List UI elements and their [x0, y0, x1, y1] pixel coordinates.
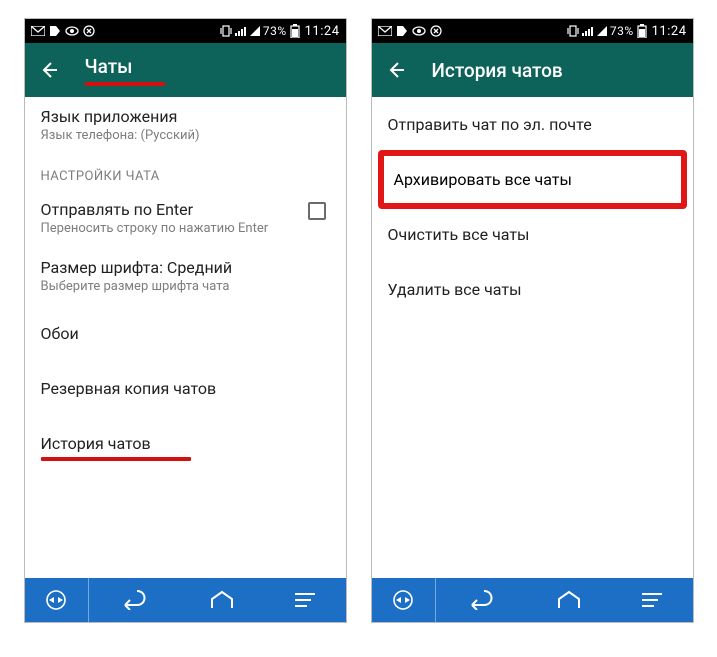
signal-triangle-icon [250, 26, 260, 36]
sync-icon [83, 25, 95, 37]
nav-side-app[interactable] [372, 578, 436, 622]
nav-bar [372, 578, 693, 622]
row-label: Отправить чат по эл. почте [388, 115, 677, 134]
signal-bars-icon [582, 26, 594, 36]
app-bar: История чатов [372, 43, 693, 97]
red-underline [41, 457, 191, 461]
row-label: Резервная копия чатов [41, 379, 330, 398]
row-label: Архивировать все чаты [394, 170, 671, 189]
nav-bar [25, 578, 346, 622]
row-chat-history[interactable]: История чатов [25, 416, 346, 467]
row-sublabel: Выберите размер шрифта чата [41, 279, 330, 294]
status-bar: 73% 11:24 [372, 19, 693, 43]
status-right: 73% 11:24 [220, 24, 340, 39]
page-title: История чатов [432, 59, 563, 82]
row-backup[interactable]: Резервная копия чатов [25, 361, 346, 416]
status-time: 11:24 [652, 24, 687, 39]
signal-bars-icon [235, 26, 247, 36]
enter-checkbox[interactable] [308, 202, 326, 220]
battery-percent: 73% [610, 24, 634, 38]
battery-icon [290, 24, 300, 38]
nav-recent-icon[interactable] [640, 591, 664, 609]
red-underline [85, 82, 165, 86]
phone-right: 73% 11:24 История чатов Отправить чат по… [371, 18, 694, 623]
mail-icon [378, 26, 392, 36]
status-time: 11:24 [305, 24, 340, 39]
page-title: Чаты [85, 55, 165, 78]
history-content: Отправить чат по эл. почте Архивировать … [372, 97, 693, 578]
status-left [378, 25, 567, 37]
tag-icon [49, 25, 61, 37]
tag-icon [396, 25, 408, 37]
row-sublabel: Переносить строку по нажатию Enter [41, 221, 269, 236]
eye-icon [412, 26, 426, 36]
nav-back-icon[interactable] [117, 590, 151, 610]
nav-recent-icon[interactable] [293, 591, 317, 609]
sync-icon [430, 25, 442, 37]
row-label: Язык приложения [41, 107, 330, 126]
vibrate-icon [220, 25, 232, 37]
row-label: Обои [41, 324, 330, 343]
signal-triangle-icon [597, 26, 607, 36]
row-label: Очистить все чаты [388, 225, 677, 244]
phone-left: 73% 11:24 Чаты Язык приложения Язык теле… [24, 18, 347, 623]
status-bar: 73% 11:24 [25, 19, 346, 43]
settings-content: Язык приложения Язык телефона: (Русский)… [25, 97, 346, 578]
row-send-on-enter[interactable]: Отправлять по Enter Переносить строку по… [25, 190, 346, 248]
row-delete-all[interactable]: Удалить все чаты [372, 262, 693, 317]
row-label: История чатов [41, 434, 330, 453]
nav-home-icon[interactable] [209, 590, 235, 610]
teamviewer-icon [392, 589, 414, 611]
vibrate-icon [567, 25, 579, 37]
nav-home-icon[interactable] [556, 590, 582, 610]
row-clear-all[interactable]: Очистить все чаты [372, 207, 693, 262]
row-app-language[interactable]: Язык приложения Язык телефона: (Русский) [25, 97, 346, 155]
back-arrow-icon[interactable] [386, 60, 406, 80]
mail-icon [31, 26, 45, 36]
status-left [31, 25, 220, 37]
nav-back-icon[interactable] [464, 590, 498, 610]
row-font-size[interactable]: Размер шрифта: Средний Выберите размер ш… [25, 248, 346, 306]
row-send-email[interactable]: Отправить чат по эл. почте [372, 97, 693, 152]
battery-icon [637, 24, 647, 38]
eye-icon [65, 26, 79, 36]
battery-percent: 73% [263, 24, 287, 38]
row-wallpaper[interactable]: Обои [25, 306, 346, 361]
teamviewer-icon [45, 589, 67, 611]
row-sublabel: Язык телефона: (Русский) [41, 128, 330, 143]
nav-side-app[interactable] [25, 578, 89, 622]
row-label: Размер шрифта: Средний [41, 258, 330, 277]
category-chat-settings: НАСТРОЙКИ ЧАТА [25, 155, 346, 190]
back-arrow-icon[interactable] [39, 60, 59, 80]
row-label: Удалить все чаты [388, 280, 677, 299]
row-archive-all[interactable]: Архивировать все чаты [378, 150, 687, 209]
row-label: Отправлять по Enter [41, 200, 269, 219]
status-right: 73% 11:24 [567, 24, 687, 39]
app-bar: Чаты [25, 43, 346, 97]
